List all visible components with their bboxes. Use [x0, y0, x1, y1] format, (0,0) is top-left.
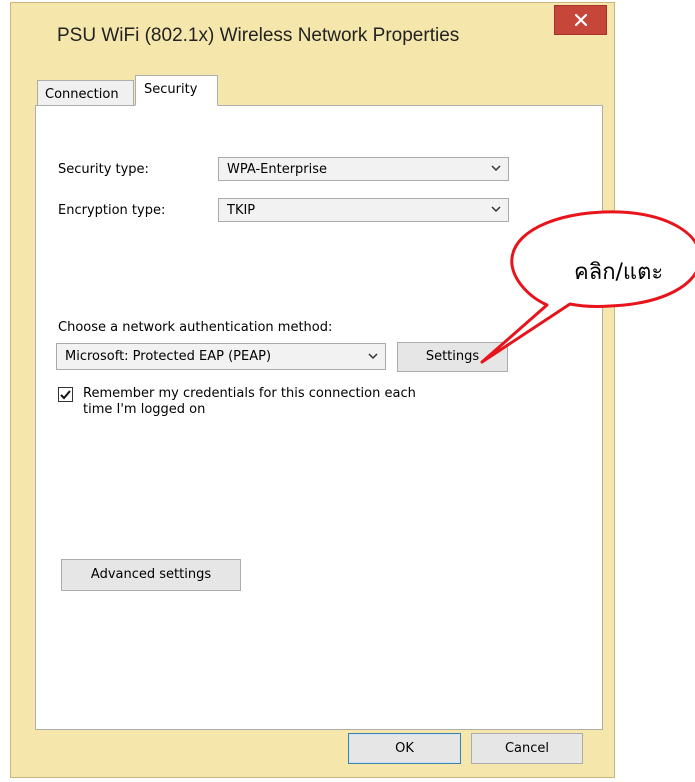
- auth-method-select[interactable]: Microsoft: Protected EAP (PEAP): [56, 343, 386, 370]
- auth-method-value: Microsoft: Protected EAP (PEAP): [65, 349, 272, 364]
- settings-button[interactable]: Settings: [397, 342, 508, 372]
- security-type-value: WPA-Enterprise: [227, 162, 328, 177]
- cancel-button[interactable]: Cancel: [471, 733, 583, 764]
- advanced-settings-button[interactable]: Advanced settings: [61, 559, 241, 591]
- window-title: PSU WiFi (802.1x) Wireless Network Prope…: [57, 25, 460, 46]
- security-type-select[interactable]: WPA-Enterprise: [218, 157, 509, 181]
- remember-credentials-label-line2: time I'm logged on: [83, 402, 206, 417]
- encryption-type-select[interactable]: TKIP: [218, 198, 509, 222]
- remember-credentials-label-line1: Remember my credentials for this connect…: [83, 386, 416, 401]
- remember-credentials-checkbox[interactable]: [58, 387, 73, 402]
- chevron-down-icon: [491, 165, 501, 172]
- encryption-type-label: Encryption type:: [58, 203, 166, 218]
- ok-button[interactable]: OK: [348, 733, 461, 764]
- auth-method-label: Choose a network authentication method:: [58, 320, 333, 335]
- chevron-down-icon: [368, 353, 378, 360]
- security-type-label: Security type:: [58, 162, 149, 177]
- tab-security[interactable]: Security: [135, 75, 218, 106]
- chevron-down-icon: [491, 206, 501, 213]
- tab-connection[interactable]: Connection: [37, 80, 134, 105]
- callout-text: คลิก/แตะ: [574, 260, 664, 285]
- checkmark-icon: [60, 390, 71, 400]
- encryption-type-value: TKIP: [227, 203, 256, 218]
- close-icon: [574, 14, 587, 26]
- close-button[interactable]: [554, 5, 607, 35]
